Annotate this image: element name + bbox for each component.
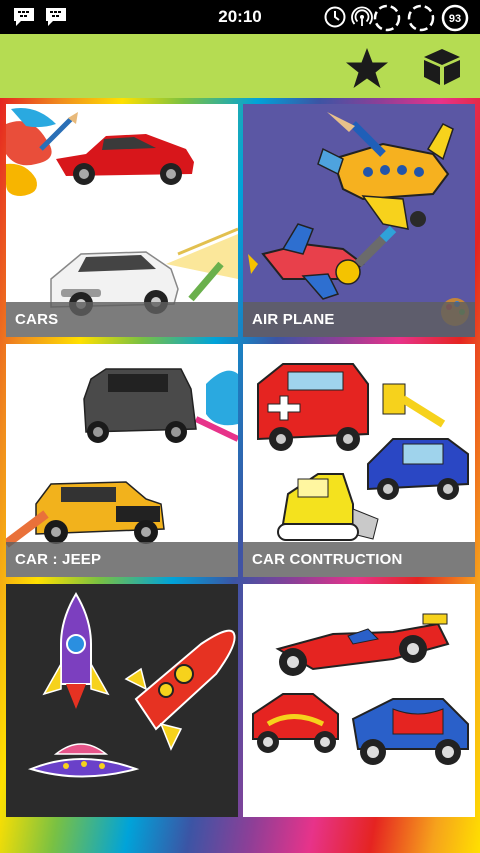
battery-level: 93: [449, 13, 461, 25]
status-bar: 20:10 93: [0, 0, 480, 34]
sync-icon: [407, 4, 435, 32]
race-car-illustration: [252, 613, 469, 765]
hotspot-icon: [351, 6, 373, 26]
category-tile-car-jeep[interactable]: CAR : JEEP: [6, 344, 238, 577]
category-label: AIR PLANE: [243, 302, 475, 337]
rocket-illustration: [27, 592, 236, 778]
app-bar: [0, 34, 480, 98]
category-grid: CARS AIR PLANE CAR: JEEP CAR CONTRUCTIO…: [0, 98, 480, 853]
cube-icon[interactable]: [420, 46, 464, 88]
category-label: CARS: [6, 302, 238, 337]
category-label: CAR : JEEP: [6, 542, 238, 577]
category-tile-race-car[interactable]: [243, 584, 475, 817]
category-tile-car-construction[interactable]: CAR CONTRUCTION: [243, 344, 475, 577]
alarm-icon: [324, 6, 346, 28]
category-label: CAR CONTRUCTION: [243, 542, 475, 577]
category-tile-air-plane[interactable]: AIR PLANE: [243, 104, 475, 337]
battery-icon: 93: [441, 4, 469, 32]
category-tile-rocket[interactable]: [6, 584, 238, 817]
star-icon[interactable]: [344, 46, 390, 90]
category-tile-cars[interactable]: CARS: [6, 104, 238, 337]
sync-icon: [373, 4, 401, 32]
